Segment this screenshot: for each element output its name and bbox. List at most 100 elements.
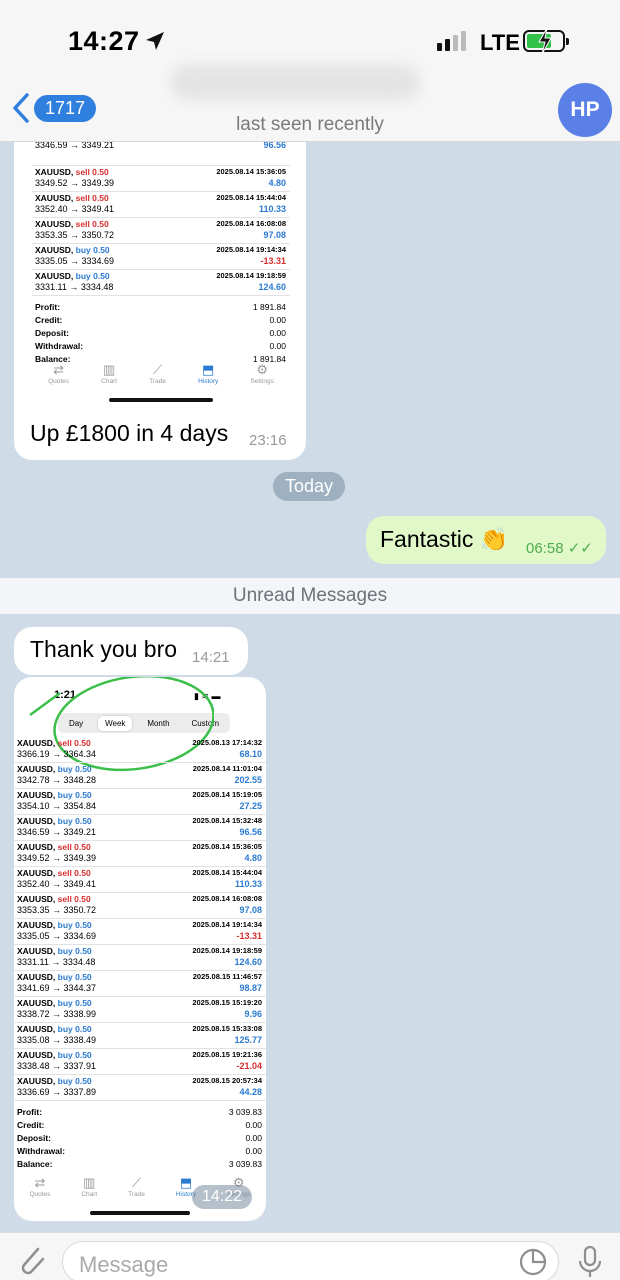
avatar[interactable]: HP bbox=[558, 83, 612, 137]
trade-symbol-name: XAUUSD, bbox=[35, 219, 74, 229]
trade-row[interactable]: XAUUSD, buy 0.50 2025.08.14 19:18:59 3331.… bbox=[14, 945, 266, 971]
trade-icon: ⟋ bbox=[131, 1175, 142, 1190]
trade-profit: 98.87 bbox=[239, 983, 262, 993]
summary-row: Credit: 0.00 bbox=[35, 315, 286, 325]
home-indicator bbox=[109, 398, 213, 402]
contact-name-redacted[interactable] bbox=[170, 64, 420, 100]
trade-row[interactable]: XAUUSD, buy 0.50 2025.08.14 15:32:48 3346.… bbox=[14, 815, 266, 841]
tab-chart[interactable]: ▥ Chart bbox=[81, 1175, 97, 1198]
trade-direction: buy 0.50 bbox=[57, 946, 92, 956]
tab-quotes[interactable]: ⇄ Quotes bbox=[29, 1175, 50, 1198]
trade-symbol-name: XAUUSD, bbox=[17, 1024, 56, 1034]
tab-quotes[interactable]: ⇄ Quotes bbox=[48, 362, 69, 385]
trade-symbol-name: XAUUSD, bbox=[17, 894, 56, 904]
trade-date: 2025.08.14 15:36:05 bbox=[216, 167, 286, 176]
trade-symbol-name: XAUUSD, bbox=[35, 193, 74, 203]
tab-trade[interactable]: ⟋ Trade bbox=[128, 1175, 145, 1198]
summary-value: 0.00 bbox=[269, 328, 286, 338]
trade-direction: buy 0.50 bbox=[57, 1024, 92, 1034]
trade-row[interactable]: XAUUSD, sell 0.50 2025.08.14 15:36:05 3349… bbox=[14, 841, 266, 867]
message-text: Fantastic 👏 bbox=[380, 526, 509, 552]
trade-row[interactable]: XAUUSD, sell 0.50 2025.08.14 15:36:05 3349… bbox=[32, 166, 290, 192]
sticker-icon[interactable] bbox=[518, 1247, 548, 1277]
trade-symbol-name: XAUUSD, bbox=[17, 972, 56, 982]
trade-row[interactable]: XAUUSD, buy 0.50 2025.08.15 19:21:36 3338.… bbox=[14, 1049, 266, 1075]
trade-row[interactable]: XAUUSD, sell 0.50 2025.08.14 16:08:08 3353… bbox=[32, 218, 290, 244]
tab-label: Trade bbox=[128, 1191, 145, 1198]
trade-row[interactable]: XAUUSD, buy 0.50 2025.08.15 15:33:08 3335.… bbox=[14, 1023, 266, 1049]
message-time: 14:22 bbox=[192, 1185, 253, 1209]
trade-row[interactable]: XAUUSD, sell 0.50 2025.08.13 17:14:32 3366… bbox=[14, 737, 266, 763]
trade-history-screenshot[interactable]: 3346.59 → 3349.21 96.56 XAUUSD, sell 0.50 2… bbox=[32, 140, 290, 406]
trade-direction: buy 0.50 bbox=[57, 998, 92, 1008]
trade-profit: 124.60 bbox=[258, 282, 286, 292]
trade-symbol: XAUUSD, sell 0.50 bbox=[17, 868, 91, 878]
trade-row[interactable]: XAUUSD, sell 0.50 2025.08.14 16:08:08 3353… bbox=[14, 893, 266, 919]
trade-date: 2025.08.15 15:19:20 bbox=[192, 998, 262, 1007]
trade-date: 2025.08.14 15:19:05 bbox=[192, 790, 262, 799]
double-check-icon: ✓✓ bbox=[567, 540, 593, 557]
trade-row[interactable]: XAUUSD, buy 0.50 2025.08.14 15:19:05 3354.… bbox=[14, 789, 266, 815]
trade-direction: buy 0.50 bbox=[57, 790, 92, 800]
tab-settings[interactable]: ⚙Settings bbox=[250, 362, 274, 385]
trade-row[interactable]: XAUUSD, sell 0.50 2025.08.14 15:44:04 3352… bbox=[32, 192, 290, 218]
trade-row[interactable]: XAUUSD, sell 0.50 2025.08.14 15:44:04 3352… bbox=[14, 867, 266, 893]
tab-history[interactable]: ⬒ History bbox=[198, 362, 218, 385]
tab-label: Trade bbox=[149, 378, 166, 385]
message-input-bar: Message bbox=[0, 1232, 620, 1280]
trade-prices: 3352.40 → 3349.41 bbox=[35, 204, 115, 214]
trade-row[interactable]: 3346.59 → 3349.21 96.56 bbox=[32, 140, 290, 166]
message-input[interactable]: Message bbox=[62, 1241, 559, 1280]
trade-row[interactable]: XAUUSD, buy 0.50 2025.08.15 11:46:57 3341.… bbox=[14, 971, 266, 997]
tab-chart[interactable]: ▥ Chart bbox=[101, 362, 117, 385]
trade-profit: 125.77 bbox=[234, 1035, 262, 1045]
trade-profit: -13.31 bbox=[260, 256, 286, 266]
attach-icon[interactable] bbox=[14, 1241, 48, 1280]
chat-header: 14:27 LTE 1717 last seen recently HP bbox=[0, 0, 620, 142]
trade-date: 2025.08.14 16:08:08 bbox=[192, 894, 262, 903]
outgoing-message[interactable]: Fantastic 👏 06:58 ✓✓ bbox=[366, 516, 606, 564]
tab-label: Chart bbox=[81, 1191, 98, 1198]
trade-row[interactable]: XAUUSD, buy 0.50 2025.08.15 20:57:34 3336.… bbox=[14, 1075, 266, 1101]
tab-trade[interactable]: ⟋ Trade bbox=[149, 362, 166, 385]
message-time: 14:21 bbox=[192, 649, 230, 666]
trade-history-screenshot[interactable]: 1:21 ▮ ≋ ▬ Day Week Month Custom XAUUSD, se… bbox=[14, 677, 266, 1221]
incoming-photo-message[interactable]: 1:21 ▮ ≋ ▬ Day Week Month Custom XAUUSD, se… bbox=[14, 677, 266, 1221]
unread-messages-divider: Unread Messages bbox=[0, 578, 620, 614]
trade-direction: buy 0.50 bbox=[57, 764, 92, 774]
trade-symbol: XAUUSD, sell 0.50 bbox=[17, 842, 91, 852]
trade-symbol: XAUUSD, sell 0.50 bbox=[35, 167, 109, 177]
summary-value: 3 039.83 bbox=[228, 1159, 262, 1169]
summary-row: Credit: 0.00 bbox=[17, 1120, 262, 1130]
trade-date: 2025.08.13 17:14:32 bbox=[192, 738, 262, 747]
summary-value: 0.00 bbox=[269, 341, 286, 351]
chart-icon: ▥ bbox=[102, 362, 116, 377]
trade-row[interactable]: XAUUSD, buy 0.50 2025.08.14 19:14:34 3335.… bbox=[32, 244, 290, 270]
trade-symbol: XAUUSD, buy 0.50 bbox=[17, 946, 92, 956]
trade-row[interactable]: XAUUSD, buy 0.50 2025.08.14 11:01:04 3342.… bbox=[14, 763, 266, 789]
trade-profit: 110.33 bbox=[234, 879, 262, 889]
trade-symbol-name: XAUUSD, bbox=[17, 790, 56, 800]
summary-label: Withdrawal: bbox=[17, 1146, 66, 1156]
trade-prices: 3335.05 → 3334.69 bbox=[17, 931, 97, 941]
trade-profit: 68.10 bbox=[239, 749, 262, 759]
trade-direction: sell 0.50 bbox=[57, 868, 91, 878]
tab-label: Quotes bbox=[48, 378, 70, 385]
incoming-message[interactable]: Thank you bro 14:21 bbox=[14, 627, 248, 675]
trade-symbol: XAUUSD, buy 0.50 bbox=[17, 1050, 92, 1060]
trade-row[interactable]: XAUUSD, buy 0.50 2025.08.14 19:18:59 3331.… bbox=[32, 270, 290, 296]
trade-row[interactable]: XAUUSD, buy 0.50 2025.08.14 19:14:34 3335.… bbox=[14, 919, 266, 945]
trade-symbol-name: XAUUSD, bbox=[17, 816, 56, 826]
trade-symbol: XAUUSD, buy 0.50 bbox=[17, 816, 92, 826]
trade-direction: buy 0.50 bbox=[57, 1076, 92, 1086]
trade-row[interactable]: XAUUSD, buy 0.50 2025.08.15 15:19:20 3338.… bbox=[14, 997, 266, 1023]
trade-date: 2025.08.14 15:32:48 bbox=[192, 816, 262, 825]
summary-label: Deposit: bbox=[35, 328, 69, 338]
trade-direction: sell 0.50 bbox=[75, 219, 109, 229]
incoming-photo-message[interactable]: 3346.59 → 3349.21 96.56 XAUUSD, sell 0.50 2… bbox=[14, 120, 306, 460]
trade-date: 2025.08.15 11:46:57 bbox=[192, 972, 262, 981]
microphone-icon[interactable] bbox=[577, 1245, 603, 1279]
trade-date: 2025.08.14 16:08:08 bbox=[216, 219, 286, 228]
trade-direction: sell 0.50 bbox=[57, 894, 91, 904]
trade-date: 2025.08.15 20:57:34 bbox=[192, 1076, 262, 1085]
